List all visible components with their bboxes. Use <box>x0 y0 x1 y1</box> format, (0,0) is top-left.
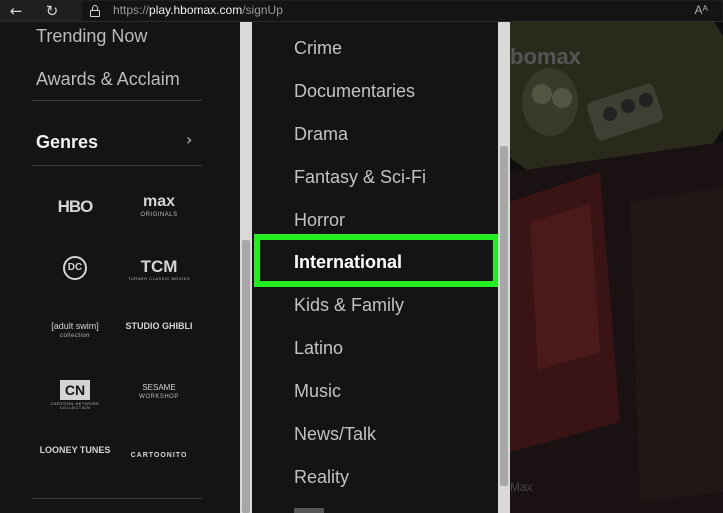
address-bar[interactable]: https://play.hbomax.com/signUp Aᴬ <box>82 1 722 21</box>
divider <box>32 100 202 101</box>
brand-hbo[interactable]: HBO <box>36 198 114 215</box>
brand-max-originals[interactable]: max ORIGINALS <box>120 194 198 219</box>
scrollbar-thumb[interactable] <box>242 240 250 513</box>
back-arrow-icon[interactable]: ← <box>6 1 26 21</box>
divider <box>32 498 202 499</box>
brand-tcm[interactable]: TCM TURNER CLASSIC MOVIES <box>120 258 198 281</box>
chevron-right-icon[interactable]: › <box>186 130 192 149</box>
genre-item-crime[interactable]: Crime <box>294 38 342 59</box>
left-nav-panel: Trending Now Awards & Acclaim Genres › H… <box>0 22 240 513</box>
genre-item-fantasy-scifi[interactable]: Fantasy & Sci-Fi <box>294 167 426 188</box>
genre-item-reality[interactable]: Reality <box>294 467 349 488</box>
brand-studio-ghibli[interactable]: STUDIO GHIBLI <box>120 322 198 331</box>
genre-item-drama[interactable]: Drama <box>294 124 348 145</box>
genre-item-horror[interactable]: Horror <box>294 210 345 231</box>
backdrop-image <box>510 22 723 513</box>
selection-highlight <box>254 234 499 287</box>
genre-item-music[interactable]: Music <box>294 381 341 402</box>
backdrop-logo: bomax <box>510 44 581 69</box>
brand-cartoonito[interactable]: CARTOONITO <box>120 452 198 459</box>
backdrop-artwork: bomax Max <box>510 22 723 513</box>
brand-sesame-workshop[interactable]: SESAME WORKSHOP <box>120 384 198 401</box>
refresh-icon[interactable]: ↻ <box>42 1 62 21</box>
genre-item-documentaries[interactable]: Documentaries <box>294 81 415 102</box>
left-scrollbar[interactable] <box>240 22 252 513</box>
brand-dc[interactable]: DC <box>36 256 114 280</box>
genre-item-latino[interactable]: Latino <box>294 338 343 359</box>
nav-link-trending-now[interactable]: Trending Now <box>36 26 147 47</box>
scrollbar-thumb[interactable] <box>500 146 508 486</box>
genre-item-news-talk[interactable]: News/Talk <box>294 424 376 445</box>
brand-cartoon-network[interactable]: CN CARTOON NETWORK COLLECTION <box>36 380 114 410</box>
brand-adult-swim[interactable]: [adult swim] collection <box>36 322 114 340</box>
lock-icon <box>90 5 100 17</box>
genre-item-cutoff <box>294 508 324 513</box>
nav-link-awards-acclaim[interactable]: Awards & Acclaim <box>36 69 180 90</box>
url-text: https://play.hbomax.com/signUp <box>113 3 283 17</box>
divider <box>32 165 202 166</box>
read-aloud-icon[interactable]: Aᴬ <box>695 3 708 17</box>
genre-item-kids-family[interactable]: Kids & Family <box>294 295 404 316</box>
genres-heading[interactable]: Genres <box>36 132 98 153</box>
genre-scrollbar[interactable] <box>498 22 510 513</box>
backdrop-footer-text: Max <box>510 480 533 494</box>
browser-toolbar: ← ↻ https://play.hbomax.com/signUp Aᴬ <box>0 0 723 22</box>
brand-looney-tunes[interactable]: LOONEY TUNES <box>36 446 114 455</box>
